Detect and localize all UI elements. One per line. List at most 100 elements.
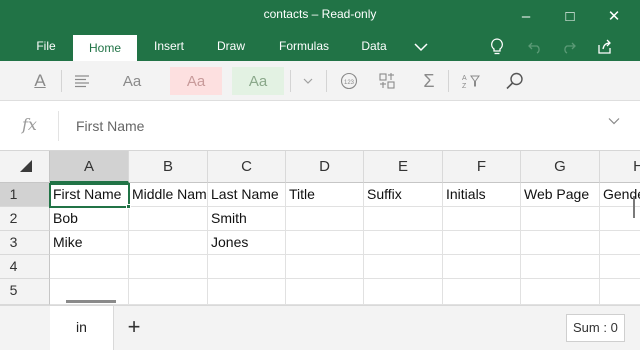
cell-a4[interactable] <box>50 255 129 279</box>
share-icon[interactable] <box>590 32 620 61</box>
close-button[interactable]: ✕ <box>596 0 632 32</box>
sheet-bar: in + Sum : 0 <box>0 305 640 350</box>
sum-status[interactable]: Sum : 0 <box>566 314 625 342</box>
lightbulb-icon[interactable] <box>482 32 512 61</box>
cell-f1[interactable]: Initials <box>443 183 521 207</box>
cell-c3[interactable]: Jones <box>208 231 286 255</box>
horizontal-scrollbar[interactable] <box>66 300 116 303</box>
tab-home[interactable]: Home <box>73 35 137 61</box>
cell-e1[interactable]: Suffix <box>364 183 443 207</box>
undo-icon[interactable] <box>522 32 548 61</box>
column-header-b[interactable]: B <box>129 151 208 183</box>
toolbar-divider <box>448 70 449 92</box>
formula-input[interactable]: First Name <box>76 118 144 134</box>
tab-file[interactable]: File <box>26 32 66 61</box>
cell-b5[interactable] <box>129 279 208 305</box>
cell-d2[interactable] <box>286 207 364 231</box>
cell-style-bad-button[interactable]: Aa <box>170 67 222 95</box>
cell-g4[interactable] <box>521 255 600 279</box>
cell-style-good-button[interactable]: Aa <box>232 67 284 95</box>
cell-e2[interactable] <box>364 207 443 231</box>
vertical-scrollbar[interactable] <box>633 196 635 218</box>
column-header-f[interactable]: F <box>443 151 521 183</box>
tab-insert[interactable]: Insert <box>143 32 195 61</box>
cell-style-normal-button[interactable]: Aa <box>106 67 158 95</box>
cell-h4[interactable] <box>600 255 640 279</box>
cell-b4[interactable] <box>129 255 208 279</box>
cell-a3[interactable]: Mike <box>50 231 129 255</box>
column-header-e[interactable]: E <box>364 151 443 183</box>
cell-h5[interactable] <box>600 279 640 305</box>
cell-e5[interactable] <box>364 279 443 305</box>
fill-handle[interactable] <box>126 204 131 209</box>
add-sheet-button[interactable]: + <box>122 316 146 340</box>
cell-b2[interactable] <box>129 207 208 231</box>
formula-divider <box>58 111 59 141</box>
row-header-5[interactable]: 5 <box>0 279 50 305</box>
sort-filter-icon: AZ <box>462 75 480 90</box>
svg-text:A: A <box>462 75 467 82</box>
cell-g5[interactable] <box>521 279 600 305</box>
column-header-h[interactable]: H <box>600 151 640 183</box>
search-icon <box>506 72 523 90</box>
toolbar-divider <box>290 70 291 92</box>
cell-e4[interactable] <box>364 255 443 279</box>
chevron-down-icon[interactable] <box>406 32 436 61</box>
column-header-d[interactable]: D <box>286 151 364 183</box>
text-convert-button[interactable] <box>372 67 402 95</box>
home-toolbar: A Aa Aa Aa 123 Σ AZ <box>0 61 640 101</box>
cell-g1[interactable]: Web Page <box>521 183 600 207</box>
cell-e3[interactable] <box>364 231 443 255</box>
number-format-button[interactable]: 123 <box>334 67 364 95</box>
maximize-button[interactable]: □ <box>552 0 588 32</box>
search-button[interactable] <box>500 67 530 95</box>
column-header-a[interactable]: A <box>50 151 129 183</box>
tab-data[interactable]: Data <box>352 32 396 61</box>
cell-c1[interactable]: Last Name <box>208 183 286 207</box>
row-header-4[interactable]: 4 <box>0 255 50 279</box>
minimize-button[interactable]: – <box>508 0 544 32</box>
autosum-button[interactable]: Σ <box>416 67 442 95</box>
sort-filter-button[interactable]: AZ <box>456 67 486 95</box>
cell-d1[interactable]: Title <box>286 183 364 207</box>
sheet-tab-in[interactable]: in <box>50 306 114 350</box>
cell-c5[interactable] <box>208 279 286 305</box>
align-icon <box>75 75 89 88</box>
cell-f4[interactable] <box>443 255 521 279</box>
cell-b3[interactable] <box>129 231 208 255</box>
formula-bar: fx First Name <box>0 101 640 151</box>
dropdown-icon <box>303 78 313 84</box>
cell-d4[interactable] <box>286 255 364 279</box>
cell-g3[interactable] <box>521 231 600 255</box>
align-button[interactable] <box>67 67 97 95</box>
cell-styles-dropdown-button[interactable] <box>296 67 320 95</box>
tab-formulas[interactable]: Formulas <box>268 32 340 61</box>
cell-b1[interactable]: Middle Name <box>129 183 208 207</box>
font-color-icon: A <box>34 71 46 90</box>
cell-d5[interactable] <box>286 279 364 305</box>
select-all-icon <box>20 160 32 172</box>
autosum-icon: Σ <box>423 70 435 91</box>
cell-d3[interactable] <box>286 231 364 255</box>
cell-f3[interactable] <box>443 231 521 255</box>
text-convert-icon <box>379 73 395 89</box>
row-header-1[interactable]: 1 <box>0 183 50 207</box>
row-header-3[interactable]: 3 <box>0 231 50 255</box>
cell-g2[interactable] <box>521 207 600 231</box>
cell-f2[interactable] <box>443 207 521 231</box>
column-header-c[interactable]: C <box>208 151 286 183</box>
cell-h3[interactable] <box>600 231 640 255</box>
number-format-icon: 123 <box>340 72 358 90</box>
function-icon[interactable]: fx <box>22 115 37 134</box>
tab-draw[interactable]: Draw <box>205 32 257 61</box>
row-header-2[interactable]: 2 <box>0 207 50 231</box>
expand-formula-bar-button[interactable] <box>604 114 624 134</box>
chevron-down-icon <box>608 118 620 125</box>
cell-c4[interactable] <box>208 255 286 279</box>
column-header-g[interactable]: G <box>521 151 600 183</box>
cell-a2[interactable]: Bob <box>50 207 129 231</box>
cell-f5[interactable] <box>443 279 521 305</box>
cell-c2[interactable]: Smith <box>208 207 286 231</box>
font-color-button[interactable]: A <box>26 67 54 95</box>
redo-icon[interactable] <box>556 32 582 61</box>
